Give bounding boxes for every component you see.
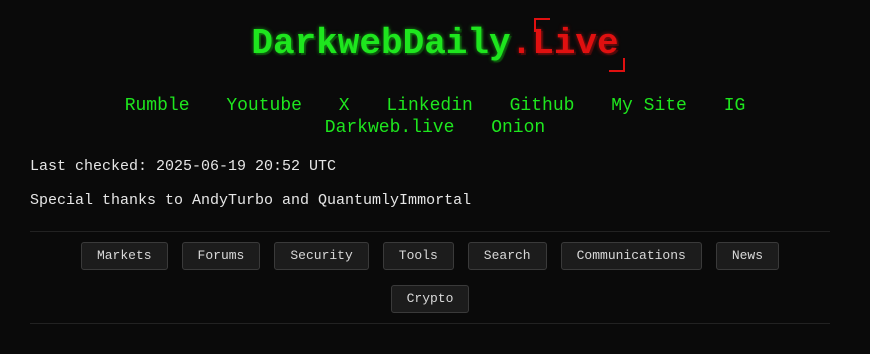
category-button-crypto[interactable]: Crypto <box>390 285 470 313</box>
logo-accent-text: .Live <box>510 23 619 64</box>
logo-bracket-bottom-right <box>608 58 625 72</box>
logo-wrap: DarkwebDaily.Live <box>251 18 625 72</box>
site-logo[interactable]: DarkwebDaily.Live <box>0 18 870 72</box>
social-link-linkedin[interactable]: Linkedin <box>386 96 472 116</box>
logo-main-text: DarkwebDaily <box>251 23 511 64</box>
category-button-forums[interactable]: Forums <box>181 242 261 270</box>
social-link-onion[interactable]: Onion <box>491 118 545 138</box>
category-buttons: Markets Forums Security Tools Search Com… <box>30 242 830 328</box>
category-button-communications[interactable]: Communications <box>560 242 702 270</box>
divider-top <box>30 231 830 232</box>
divider-bottom <box>30 323 830 324</box>
category-button-search[interactable]: Search <box>467 242 547 270</box>
category-button-security[interactable]: Security <box>274 242 369 270</box>
social-link-ig[interactable]: IG <box>724 96 746 116</box>
social-link-darkweb-live[interactable]: Darkweb.live <box>325 118 455 138</box>
page: DarkwebDaily.Live Rumble Youtube X Linke… <box>0 0 870 354</box>
logo-bracket-top-left <box>534 18 551 32</box>
social-link-my-site[interactable]: My Site <box>611 96 687 116</box>
last-checked-text: Last checked: 2025-06-19 20:52 UTC <box>30 158 337 175</box>
social-link-youtube[interactable]: Youtube <box>226 96 302 116</box>
social-links-nav: Rumble Youtube X Linkedin Github My Site… <box>30 95 840 139</box>
category-button-news[interactable]: News <box>715 242 780 270</box>
special-thanks-text: Special thanks to AndyTurbo and Quantuml… <box>30 192 472 209</box>
social-link-x[interactable]: X <box>339 96 350 116</box>
category-button-tools[interactable]: Tools <box>382 242 454 270</box>
social-link-rumble[interactable]: Rumble <box>125 96 190 116</box>
category-button-markets[interactable]: Markets <box>80 242 168 270</box>
social-link-github[interactable]: Github <box>510 96 575 116</box>
